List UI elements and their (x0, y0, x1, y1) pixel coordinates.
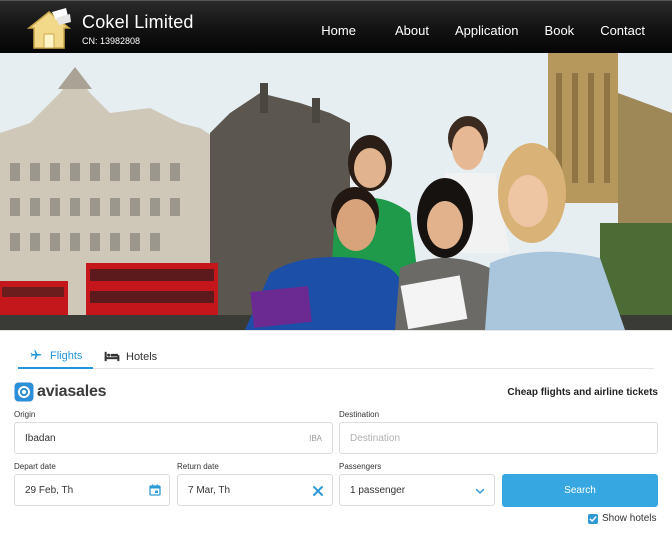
airplane-icon (31, 350, 41, 360)
tagline: Cheap flights and airline tickets (507, 387, 658, 398)
nav-contact[interactable]: Contact (587, 1, 672, 54)
origin-value: Ibadan (25, 432, 56, 444)
depart-date-field[interactable]: 29 Feb, Th (14, 474, 170, 506)
aviasales-wordmark: aviasales (37, 383, 107, 400)
depart-date-value: 29 Feb, Th (25, 484, 74, 496)
show-hotels-checkbox[interactable] (588, 513, 598, 524)
origin-field[interactable]: Ibadan IBA (14, 422, 333, 454)
flight-search-widget: Flights Hotels aviasales Cheap flights a… (0, 330, 672, 540)
origin-label: Origin (14, 410, 36, 419)
destination-field[interactable]: Destination (339, 422, 658, 454)
aviasales-camera-icon (14, 382, 34, 402)
students-london-illustration (0, 53, 672, 330)
passengers-select[interactable]: 1 passenger (339, 474, 495, 506)
search-tabs: Flights Hotels (18, 345, 654, 369)
calendar-icon[interactable] (149, 484, 161, 496)
brand-name: Cokel Limited (82, 12, 194, 32)
hero-photo (0, 53, 672, 330)
nav-application[interactable]: Application (442, 1, 532, 54)
search-button[interactable]: Search (502, 474, 658, 507)
depart-date-label: Depart date (14, 462, 56, 471)
tab-flights-label: Flights (50, 350, 83, 362)
return-date-label: Return date (177, 462, 219, 471)
aviasales-logo[interactable]: aviasales (14, 382, 107, 402)
company-number: CN: 13982808 (82, 36, 141, 46)
checkmark-icon (589, 515, 597, 522)
nav-about[interactable]: About (382, 1, 442, 54)
chevron-down-icon (475, 488, 485, 495)
clear-icon[interactable] (312, 485, 324, 497)
show-hotels-label: Show hotels (602, 513, 657, 524)
site-header: Cokel Limited CN: 13982808 Home About Ap… (0, 0, 672, 53)
show-hotels-option[interactable]: Show hotels (588, 513, 656, 524)
bed-icon (104, 351, 120, 361)
return-date-value: 7 Mar, Th (188, 484, 231, 496)
return-date-field[interactable]: 7 Mar, Th (177, 474, 333, 506)
house-logo-icon[interactable] (26, 8, 72, 52)
destination-label: Destination (339, 410, 380, 419)
nav-home[interactable]: Home (321, 1, 369, 54)
main-nav: Home About Application Book Contact (321, 1, 672, 54)
tab-hotels-label: Hotels (126, 351, 158, 363)
destination-placeholder: Destination (350, 432, 401, 444)
passengers-value: 1 passenger (350, 484, 406, 496)
origin-code: IBA (309, 433, 322, 443)
tab-hotels[interactable]: Hotels (102, 345, 157, 369)
nav-book[interactable]: Book (532, 1, 588, 54)
passengers-label: Passengers (339, 462, 382, 471)
tab-flights[interactable]: Flights (18, 345, 93, 369)
